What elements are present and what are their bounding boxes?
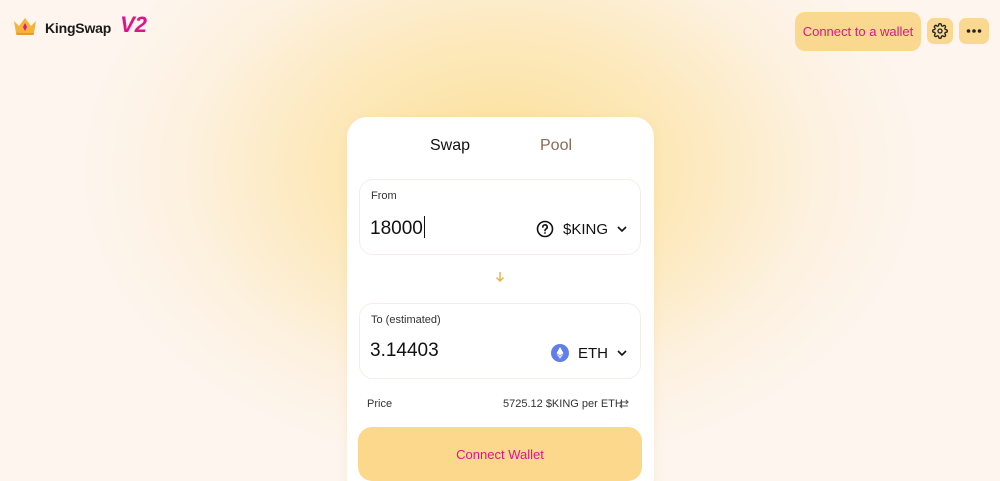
- from-token-selector[interactable]: $KING: [536, 220, 628, 238]
- crown-icon: [14, 18, 36, 35]
- brand-name: KingSwap: [45, 20, 112, 36]
- more-dots-icon: [966, 29, 982, 33]
- to-label: To (estimated): [371, 314, 441, 326]
- from-panel: From 18000 $KING: [359, 179, 641, 255]
- tab-swap[interactable]: Swap: [430, 137, 470, 155]
- to-token-selector[interactable]: ETH: [551, 344, 628, 362]
- swap-direction-arrow-icon[interactable]: [495, 271, 505, 283]
- price-label: Price: [367, 398, 393, 410]
- version-badge: V2: [120, 12, 147, 37]
- connect-to-wallet-button[interactable]: Connect to a wallet: [795, 12, 921, 51]
- chevron-down-icon: [617, 350, 627, 357]
- text-caret: [423, 216, 425, 238]
- settings-button[interactable]: [927, 18, 953, 44]
- header: KingSwap V2 Connect to a wallet: [0, 0, 1000, 60]
- price-value: 5725.12 $KING per ETH: [503, 398, 623, 410]
- tab-pool[interactable]: Pool: [540, 137, 572, 155]
- more-options-button[interactable]: [959, 18, 989, 44]
- from-token-symbol: $KING: [563, 220, 609, 238]
- from-amount-input[interactable]: 18000: [370, 216, 425, 240]
- to-token-symbol: ETH: [578, 344, 608, 362]
- chevron-down-icon: [617, 226, 627, 233]
- invert-price-icon[interactable]: [618, 398, 630, 410]
- logo[interactable]: KingSwap V2: [12, 12, 147, 38]
- eth-icon: [551, 344, 569, 362]
- from-label: From: [371, 190, 397, 202]
- gear-icon: [932, 23, 948, 39]
- swap-card: Swap Pool From 18000 $KING To (estimated…: [347, 117, 654, 481]
- to-panel: To (estimated) 3.14403 ETH: [359, 303, 641, 379]
- connect-wallet-button[interactable]: Connect Wallet: [358, 427, 642, 481]
- question-circle-icon: [536, 220, 554, 238]
- to-amount-input[interactable]: 3.14403: [370, 340, 439, 362]
